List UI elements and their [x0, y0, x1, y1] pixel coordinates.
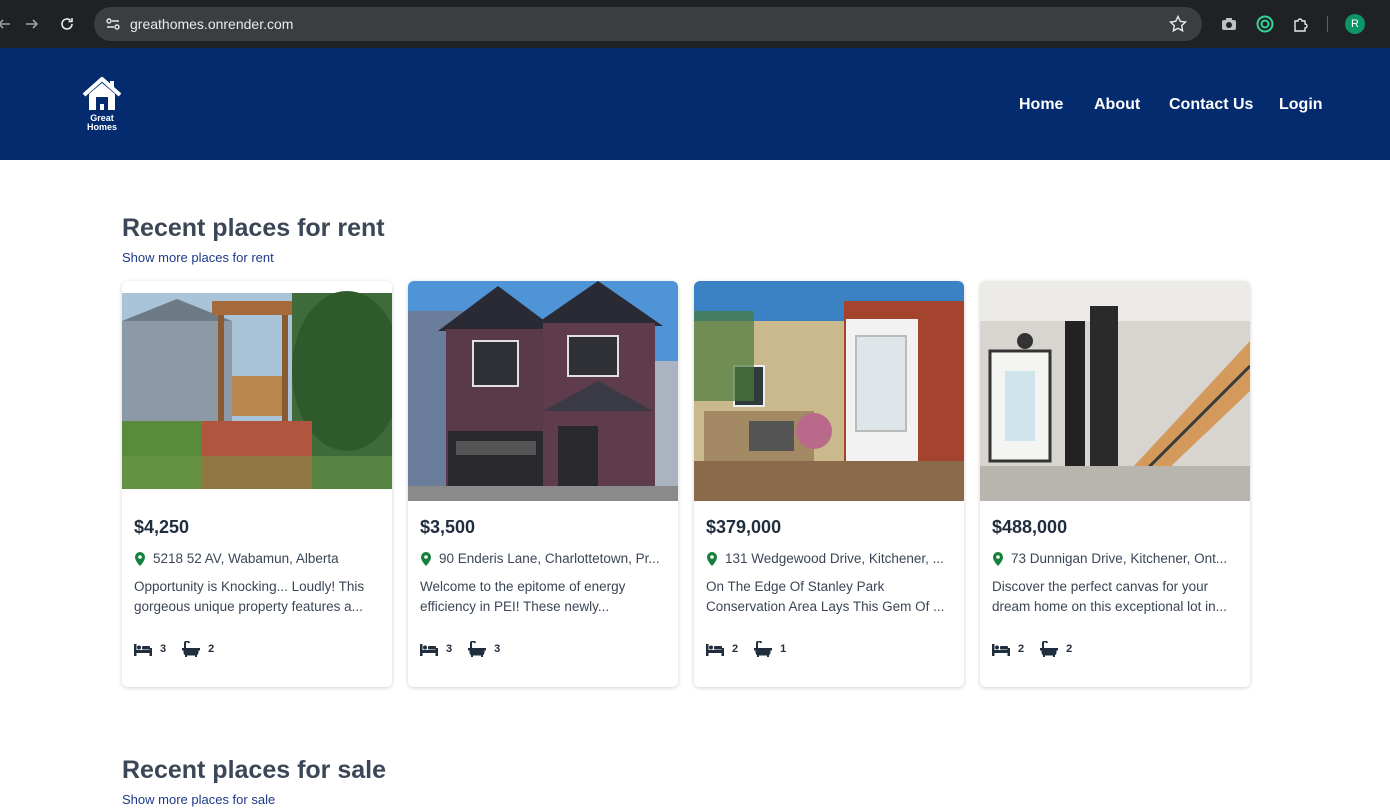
camera-extension[interactable] [1218, 13, 1240, 35]
bed-icon [420, 644, 438, 656]
nav-home[interactable]: Home [1019, 96, 1063, 114]
bed-count: 3 [160, 643, 167, 655]
extensions-button[interactable] [1290, 13, 1312, 35]
back-button[interactable] [0, 12, 16, 36]
bath-icon [1040, 641, 1059, 657]
listing-price: $3,500 [420, 517, 476, 537]
browser-toolbar: greathomes.onrender.com R [0, 0, 1390, 48]
listing-card[interactable]: $3,500 90 Enderis Lane, Charlottetown, P… [408, 281, 678, 687]
listing-description: Opportunity is Knocking... Loudly! This … [134, 579, 365, 614]
bookmark-star-icon[interactable] [1168, 14, 1188, 34]
logo-wordmark: Great Homes [80, 114, 124, 132]
listing-card[interactable]: $4,250 5218 52 AV, Wabamun, Alberta Oppo… [122, 281, 392, 687]
listing-features: 3 3 [420, 641, 516, 657]
house-logo-icon [82, 77, 122, 110]
bath-count: 2 [208, 643, 215, 655]
site-settings-icon[interactable] [104, 15, 122, 33]
listing-features: 2 2 [992, 641, 1088, 657]
listing-card[interactable]: $488,000 73 Dunnigan Drive, Kitchener, O… [980, 281, 1250, 687]
location-pin-icon [993, 551, 1003, 566]
nav-contact-us[interactable]: Contact Us [1169, 96, 1253, 114]
listing-description: On The Edge Of Stanley Park Conservation… [706, 579, 945, 614]
bath-icon [468, 641, 487, 657]
bed-count: 2 [732, 643, 739, 655]
listing-features: 3 2 [134, 641, 230, 657]
site-header: Great Homes Home About Contact Us Login [0, 48, 1390, 160]
listing-address-row: 5218 52 AV, Wabamun, Alberta [134, 551, 384, 566]
bath-count: 2 [1066, 643, 1073, 655]
bed-count: 2 [1018, 643, 1025, 655]
listing-address-row: 73 Dunnigan Drive, Kitchener, Ont... [992, 551, 1242, 566]
listing-card[interactable]: $379,000 131 Wedgewood Drive, Kitchener,… [694, 281, 964, 687]
profile-avatar[interactable]: R [1345, 14, 1365, 34]
location-pin-icon [135, 551, 145, 566]
rent-section-title: Recent places for rent [122, 214, 385, 242]
logo-text-homes: Homes [86, 122, 117, 132]
bed-count: 3 [446, 643, 453, 655]
sale-section-title: Recent places for sale [122, 756, 387, 784]
camera-icon [1222, 18, 1236, 30]
listing-address: 5218 52 AV, Wabamun, Alberta [153, 551, 339, 566]
location-pin-icon [707, 551, 717, 566]
listing-description: Welcome to the epitome of energy efficie… [420, 579, 626, 614]
forward-arrow-icon [26, 19, 39, 29]
reload-icon [61, 18, 73, 30]
bed-icon [134, 644, 152, 656]
listing-photo [408, 281, 678, 501]
show-more-rent-link[interactable]: Show more places for rent [122, 250, 274, 265]
nav-login[interactable]: Login [1279, 96, 1323, 114]
listing-address: 73 Dunnigan Drive, Kitchener, Ont... [1011, 551, 1228, 566]
puzzle-icon [1294, 18, 1308, 32]
address-bar[interactable]: greathomes.onrender.com [94, 7, 1202, 41]
listing-photo [694, 281, 964, 501]
target-icon [1256, 15, 1274, 33]
forward-button[interactable] [20, 12, 44, 36]
nav-about[interactable]: About [1094, 96, 1140, 114]
listing-address-row: 131 Wedgewood Drive, Kitchener, ... [706, 551, 956, 566]
listing-price: $488,000 [992, 517, 1068, 537]
listing-photo [980, 281, 1250, 501]
toolbar-divider [1327, 16, 1328, 32]
listing-description: Discover the perfect canvas for your dre… [992, 579, 1227, 614]
listing-address: 90 Enderis Lane, Charlottetown, Pr... [439, 551, 660, 566]
bed-icon [992, 644, 1010, 656]
grammar-extension[interactable] [1254, 13, 1276, 35]
reload-button[interactable] [55, 12, 79, 36]
show-more-sale-link[interactable]: Show more places for sale [122, 792, 275, 807]
url-text: greathomes.onrender.com [130, 16, 294, 32]
location-pin-icon [421, 551, 431, 566]
bath-icon [754, 641, 773, 657]
site-logo[interactable]: Great Homes [80, 76, 124, 132]
listing-price: $379,000 [706, 517, 782, 537]
listing-features: 2 1 [706, 641, 802, 657]
back-arrow-icon [0, 19, 10, 29]
listing-address: 131 Wedgewood Drive, Kitchener, ... [725, 551, 944, 566]
bed-icon [706, 644, 724, 656]
listing-photo [122, 281, 392, 501]
bath-count: 1 [780, 643, 787, 655]
bath-count: 3 [494, 643, 501, 655]
bath-icon [182, 641, 201, 657]
listing-price: $4,250 [134, 517, 190, 537]
listing-address-row: 90 Enderis Lane, Charlottetown, Pr... [420, 551, 670, 566]
